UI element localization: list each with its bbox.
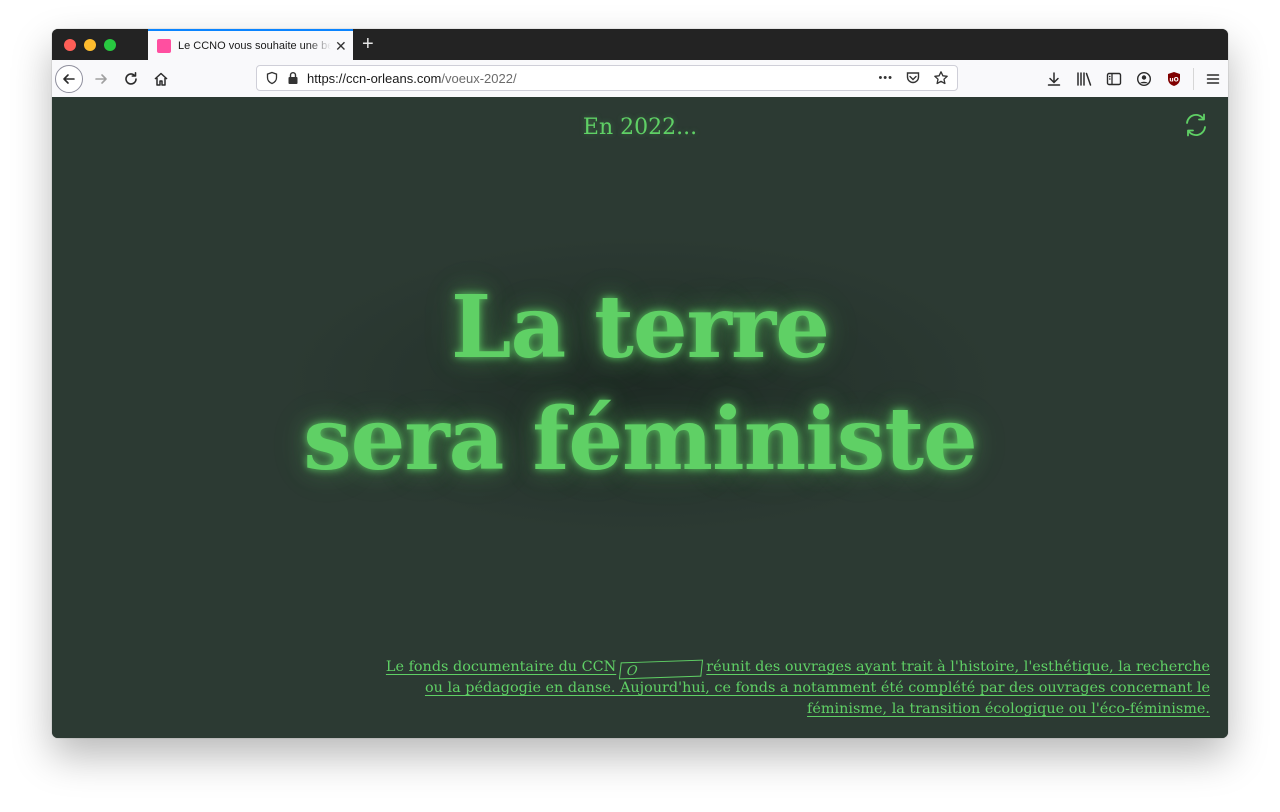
home-icon xyxy=(154,72,168,86)
hamburger-menu-icon xyxy=(1206,73,1220,84)
lock-icon[interactable] xyxy=(287,71,299,85)
ublock-button[interactable]: uO xyxy=(1159,60,1189,97)
minimize-window-button[interactable] xyxy=(84,39,96,51)
toolbar-right: uO xyxy=(1039,60,1228,97)
toolbar-separator xyxy=(1193,67,1194,90)
close-window-button[interactable] xyxy=(64,39,76,51)
reload-icon xyxy=(125,71,137,85)
reload-button[interactable] xyxy=(120,60,142,97)
downloads-button[interactable] xyxy=(1039,60,1069,97)
maximize-window-button[interactable] xyxy=(104,39,116,51)
url-text[interactable]: https://ccn-orleans.com/voeux-2022/ xyxy=(307,71,517,86)
library-icon xyxy=(1077,71,1092,86)
svg-text:uO: uO xyxy=(1169,76,1178,83)
tab-title: Le CCNO vous souhaite une belle année 20… xyxy=(178,39,331,52)
home-button[interactable] xyxy=(150,60,172,97)
navigation-toolbar: https://ccn-orleans.com/voeux-2022/ ••• … xyxy=(52,60,1228,98)
tab-active[interactable]: Le CCNO vous souhaite une belle année 20… xyxy=(148,29,353,60)
new-tab-button[interactable]: + xyxy=(362,32,374,56)
account-icon xyxy=(1136,71,1152,86)
address-bar[interactable]: https://ccn-orleans.com/voeux-2022/ ••• xyxy=(256,65,958,91)
star-icon[interactable] xyxy=(933,70,949,86)
description-part-1: Le fonds documentaire du CCN xyxy=(385,659,617,675)
account-button[interactable] xyxy=(1129,60,1159,97)
sidebar-icon xyxy=(1106,72,1122,85)
tab-close-icon[interactable]: ✕ xyxy=(335,39,347,53)
headline-line-2: sera féministe xyxy=(303,389,978,490)
back-button[interactable] xyxy=(54,60,84,97)
description-link[interactable]: Le fonds documentaire du CCN Oréunit des … xyxy=(380,657,1210,720)
browser-window: Le CCNO vous souhaite une belle année 20… xyxy=(52,29,1228,738)
pocket-icon[interactable] xyxy=(905,70,921,86)
ccn-box-label: O xyxy=(619,659,704,680)
menu-button[interactable] xyxy=(1198,60,1228,97)
window-controls xyxy=(64,39,116,51)
headline-line-1: La terre xyxy=(451,277,830,378)
library-button[interactable] xyxy=(1069,60,1099,97)
refresh-icon[interactable] xyxy=(1182,111,1210,139)
favicon-icon xyxy=(157,38,171,53)
tab-bar: Le CCNO vous souhaite une belle année 20… xyxy=(52,29,1228,60)
page-kicker: En 2022... xyxy=(582,115,698,140)
arrow-right-icon xyxy=(95,73,107,84)
page-actions-icon[interactable]: ••• xyxy=(878,72,893,84)
page-content: En 2022... La terre sera féministe Le fo… xyxy=(52,97,1228,738)
sidebar-button[interactable] xyxy=(1099,60,1129,97)
download-icon xyxy=(1047,71,1061,86)
forward-button[interactable] xyxy=(90,60,112,97)
headline: La terre sera féministe xyxy=(52,272,1228,496)
arrow-left-icon xyxy=(63,73,75,84)
shield-icon[interactable] xyxy=(265,71,279,85)
ublock-origin-icon: uO xyxy=(1168,71,1180,86)
